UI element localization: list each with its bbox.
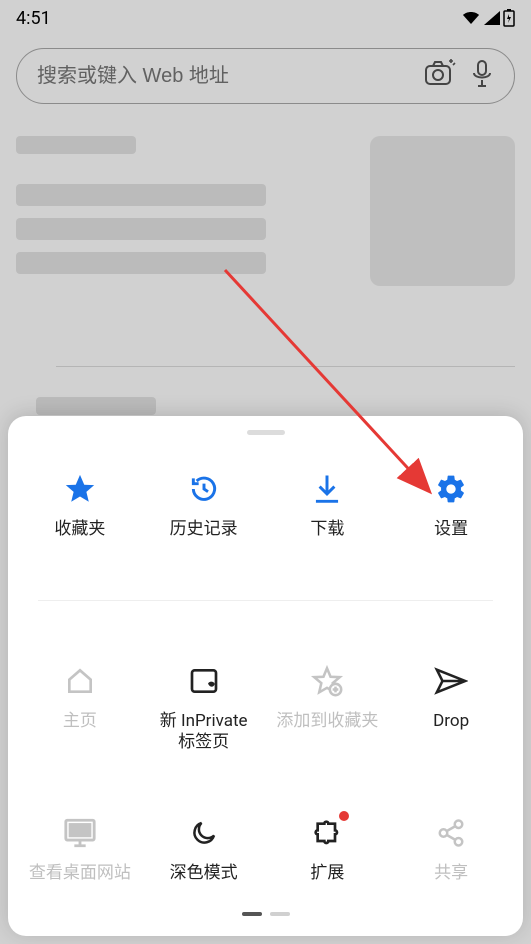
send-icon <box>434 661 468 701</box>
share-icon <box>436 813 466 853</box>
menu-grid: 收藏夹 历史记录 下载 设置 主页 <box>8 459 523 896</box>
home-button[interactable]: 主页 <box>18 661 142 765</box>
menu-item-label: 主页 <box>63 711 97 732</box>
desktop-site-button[interactable]: 查看桌面网站 <box>18 813 142 896</box>
page-indicator <box>8 912 523 916</box>
download-icon <box>312 469 342 509</box>
moon-icon <box>189 813 219 853</box>
downloads-button[interactable]: 下载 <box>266 469 390 552</box>
history-button[interactable]: 历史记录 <box>142 469 266 552</box>
puzzle-icon <box>311 813 343 853</box>
menu-item-label: Drop <box>433 711 469 732</box>
sheet-handle[interactable] <box>247 430 285 435</box>
favorites-button[interactable]: 收藏夹 <box>18 469 142 552</box>
inprivate-icon <box>188 661 220 701</box>
star-plus-icon <box>310 661 344 701</box>
dark-mode-button[interactable]: 深色模式 <box>142 813 266 896</box>
menu-bottom-sheet: 收藏夹 历史记录 下载 设置 主页 <box>8 416 523 936</box>
menu-item-label: 查看桌面网站 <box>29 863 131 884</box>
badge-dot <box>339 811 349 821</box>
home-icon <box>64 661 96 701</box>
menu-item-label: 新 InPrivate 标签页 <box>160 711 248 754</box>
settings-button[interactable]: 设置 <box>389 469 513 552</box>
inprivate-button[interactable]: 新 InPrivate 标签页 <box>142 661 266 765</box>
extensions-button[interactable]: 扩展 <box>266 813 390 896</box>
menu-item-label: 添加到收藏夹 <box>276 711 378 732</box>
menu-divider <box>38 600 493 601</box>
menu-item-label: 下载 <box>310 519 344 540</box>
menu-item-label: 收藏夹 <box>54 519 105 540</box>
history-icon <box>188 469 220 509</box>
share-button[interactable]: 共享 <box>389 813 513 896</box>
page-dot <box>270 912 290 916</box>
gear-icon <box>435 469 467 509</box>
monitor-icon <box>63 813 97 853</box>
drop-button[interactable]: Drop <box>389 661 513 765</box>
menu-item-label: 深色模式 <box>170 863 238 884</box>
menu-item-label: 设置 <box>434 519 468 540</box>
page-dot-active <box>242 912 262 916</box>
add-favorite-button[interactable]: 添加到收藏夹 <box>266 661 390 765</box>
menu-item-label: 共享 <box>434 863 468 884</box>
menu-item-label: 扩展 <box>310 863 344 884</box>
menu-item-label: 历史记录 <box>170 519 238 540</box>
star-icon <box>63 469 97 509</box>
